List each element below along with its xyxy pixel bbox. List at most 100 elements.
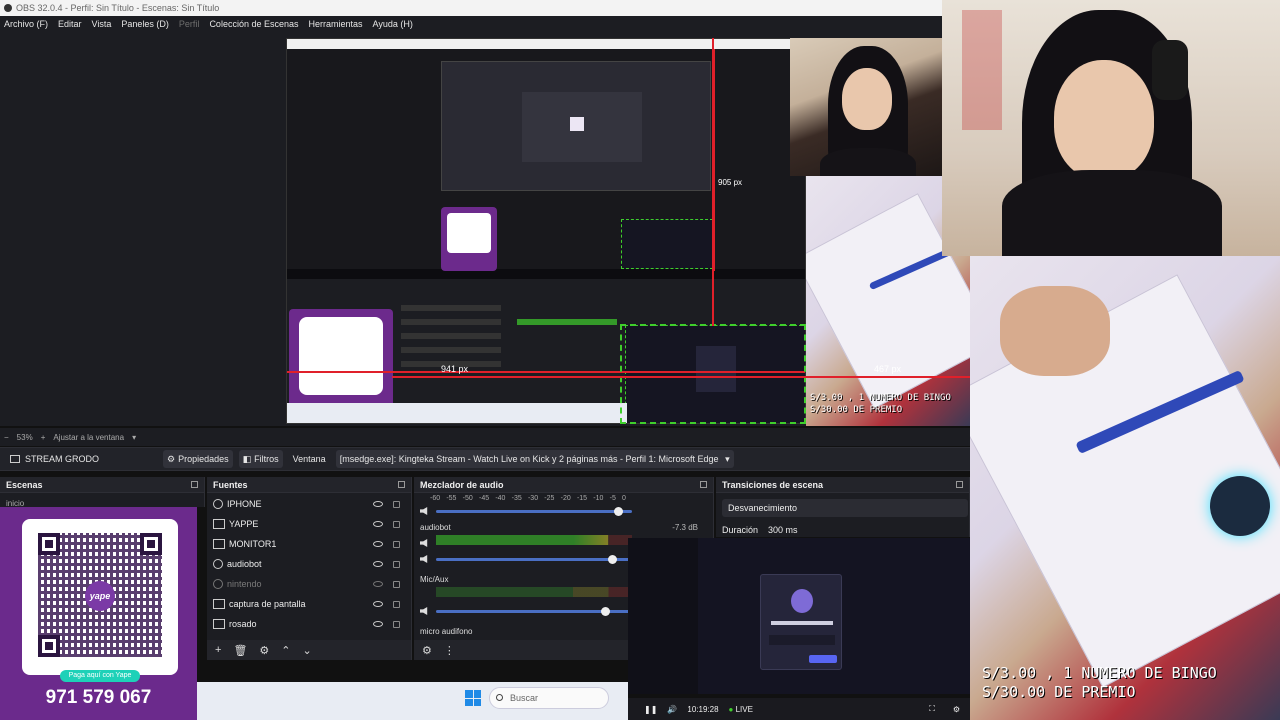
- lock-icon[interactable]: [393, 500, 400, 508]
- source-item-iphone[interactable]: IPHONE: [213, 495, 403, 513]
- stream-time: 10:19:28: [687, 704, 719, 714]
- filters-button[interactable]: ◧ Filtros: [238, 450, 283, 468]
- slider-knob[interactable]: [600, 607, 610, 616]
- menu-paneles[interactable]: Paneles (D): [121, 19, 169, 29]
- preview-webcam: [790, 38, 942, 176]
- discord-dialog: [760, 574, 842, 670]
- source-item-nintendo[interactable]: nintendo: [213, 575, 403, 593]
- gear-icon[interactable]: ⚙: [953, 705, 960, 714]
- lock-icon[interactable]: [393, 600, 400, 608]
- gear-icon[interactable]: ⚙: [259, 644, 269, 657]
- mixer-title: Mezclador de audio: [420, 479, 504, 490]
- source-item-captura[interactable]: captura de pantalla: [213, 595, 403, 613]
- source-indicator: STREAM GRODO: [6, 450, 103, 468]
- zoom-row: − 53% + Ajustar a la ventana ▾: [0, 428, 970, 446]
- volume-icon[interactable]: 🔊: [667, 705, 677, 714]
- menu-herramientas[interactable]: Herramientas: [309, 19, 363, 29]
- taskbar-search[interactable]: Buscar: [489, 687, 609, 709]
- menu-coleccion-escenas[interactable]: Colección de Escenas: [209, 19, 298, 29]
- eye-hidden-icon[interactable]: [373, 581, 383, 587]
- transition-select[interactable]: Desvanecimiento: [722, 499, 968, 517]
- channel-db: -7.3 dB: [672, 523, 698, 532]
- window-title: OBS 32.0.4 - Perfil: Sin Título - Escena…: [16, 3, 220, 13]
- sources-dock: Fuentes IPHONE YAPPE MONITOR1 audiobot n…: [207, 477, 412, 660]
- window-label: Ventana: [292, 454, 326, 464]
- zoom-out-button[interactable]: −: [4, 433, 9, 442]
- window-title-bar: OBS 32.0.4 - Perfil: Sin Título - Escena…: [0, 0, 942, 16]
- measure-label: 941 px: [441, 364, 469, 374]
- zoom-in-button[interactable]: +: [41, 433, 46, 442]
- volume-slider[interactable]: [436, 555, 632, 564]
- yape-qr-overlay: yape Paga aquí con Yape 971 579 067: [0, 507, 197, 720]
- eye-icon[interactable]: [373, 541, 383, 547]
- preview-bingo-text: S/3.00 , 1 NUMERO DE BINGO S/30.00 DE PR…: [810, 393, 951, 415]
- trash-icon[interactable]: 🗑: [233, 644, 247, 657]
- lock-icon[interactable]: [393, 540, 400, 548]
- measure-label: 467 px: [874, 364, 902, 374]
- slider-knob[interactable]: [608, 555, 618, 564]
- undock-icon[interactable]: [700, 481, 707, 488]
- properties-button[interactable]: ⚙ Propiedades: [163, 450, 233, 468]
- kebab-icon[interactable]: ⋮: [444, 644, 455, 657]
- windows-logo-icon[interactable]: [465, 690, 481, 706]
- eye-icon[interactable]: [373, 601, 383, 607]
- source-item-audiobot[interactable]: audiobot: [213, 555, 403, 573]
- menu-ayuda[interactable]: Ayuda (H): [373, 19, 413, 29]
- kebab-icon[interactable]: [420, 539, 428, 547]
- lock-icon[interactable]: [393, 620, 400, 628]
- volume-slider[interactable]: [436, 507, 632, 516]
- add-source-button[interactable]: +: [215, 644, 221, 656]
- pause-icon[interactable]: ❚❚: [644, 705, 657, 714]
- menu-bar: Archivo (F) Editar Vista Paneles (D) Per…: [0, 16, 942, 32]
- undock-icon[interactable]: [191, 481, 198, 488]
- chevron-down-icon[interactable]: ▾: [132, 433, 136, 442]
- lock-icon[interactable]: [393, 560, 400, 568]
- eye-icon[interactable]: [373, 501, 383, 507]
- nested-title-bar: [287, 39, 805, 49]
- window-select[interactable]: [msedge.exe]: Kingteka Stream - Watch Li…: [335, 450, 734, 468]
- eye-icon[interactable]: [373, 521, 383, 527]
- channel-name: audiobot: [420, 523, 451, 532]
- monitor-icon: [213, 599, 225, 609]
- selection-box[interactable]: [620, 324, 806, 424]
- transitions-dock: Transiciones de escena Desvanecimiento D…: [716, 477, 970, 537]
- qr-code: yape: [22, 519, 178, 675]
- search-icon: [496, 694, 503, 701]
- volume-slider[interactable]: [436, 607, 632, 616]
- camera-icon: [213, 499, 223, 509]
- source-name: STREAM GRODO: [25, 454, 100, 464]
- move-down-button[interactable]: ⌄: [303, 644, 312, 657]
- eye-icon[interactable]: [373, 561, 383, 567]
- source-item-rosado[interactable]: rosado: [213, 615, 403, 633]
- monitor-icon: [213, 619, 225, 629]
- lock-icon[interactable]: [393, 580, 400, 588]
- speaker-icon[interactable]: [420, 607, 428, 615]
- fullscreen-icon[interactable]: ⛶: [929, 704, 935, 714]
- eye-icon[interactable]: [373, 621, 383, 627]
- gear-icon: ⚙: [167, 453, 176, 464]
- duration-input[interactable]: 300 ms: [768, 525, 798, 535]
- undock-icon[interactable]: [398, 481, 405, 488]
- menu-perfil[interactable]: Perfil: [179, 19, 200, 29]
- headphone-icon: [1152, 40, 1188, 100]
- menu-archivo[interactable]: Archivo (F): [4, 19, 48, 29]
- speaker-icon[interactable]: [420, 555, 428, 563]
- lock-icon[interactable]: [393, 520, 400, 528]
- scenes-title: Escenas: [6, 479, 43, 490]
- move-up-button[interactable]: ⌃: [281, 644, 290, 657]
- menu-editar[interactable]: Editar: [58, 19, 82, 29]
- meter-scale: -60 -55 -50 -45 -40 -35 -30 -25 -20 -15 -10 -5 0: [430, 495, 626, 502]
- guide-line: [712, 38, 714, 326]
- slider-knob[interactable]: [614, 507, 624, 516]
- level-meter: [436, 535, 632, 545]
- image-icon: [213, 519, 225, 529]
- menu-vista[interactable]: Vista: [92, 19, 112, 29]
- discord-capture: [628, 538, 970, 694]
- undock-icon[interactable]: [956, 481, 963, 488]
- source-item-yappe[interactable]: YAPPE: [213, 515, 403, 533]
- speaker-icon[interactable]: [420, 507, 428, 515]
- nested-recursive-preview: [441, 61, 711, 191]
- zoom-fit-select[interactable]: Ajustar a la ventana: [53, 433, 124, 442]
- gear-icon[interactable]: ⚙: [422, 644, 432, 657]
- source-item-monitor1[interactable]: MONITOR1: [213, 535, 403, 553]
